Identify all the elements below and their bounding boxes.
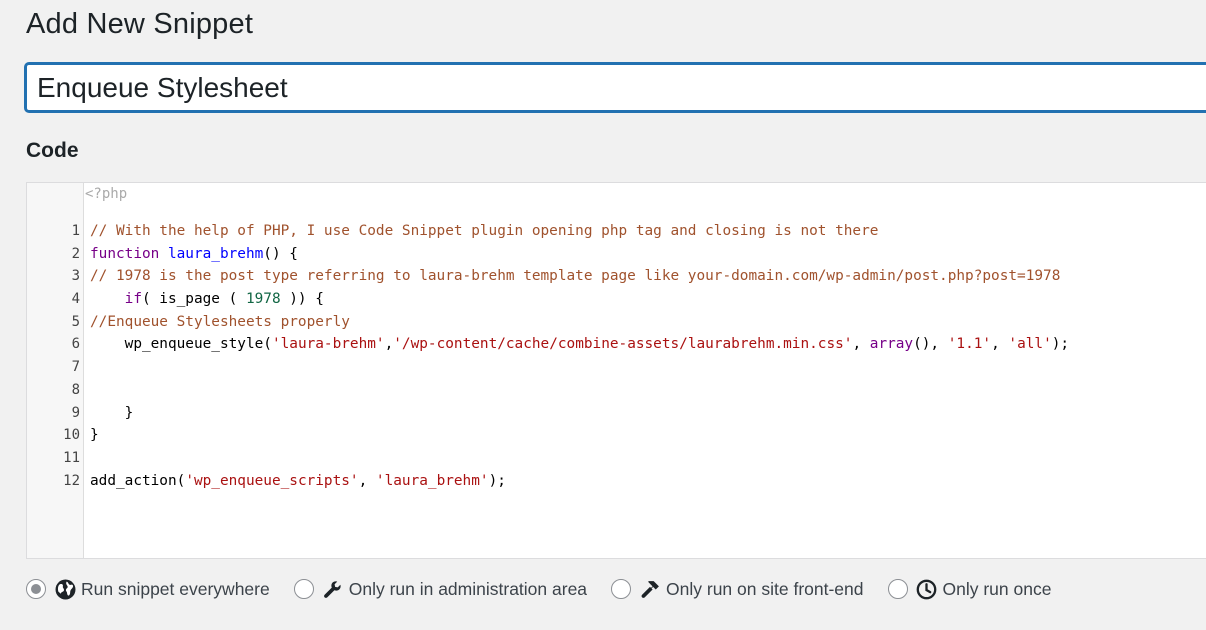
code-line: 5 //Enqueue Stylesheets properly bbox=[27, 311, 1206, 334]
run-everywhere-option[interactable]: Run snippet everywhere bbox=[26, 578, 270, 600]
line-number: 9 bbox=[71, 404, 80, 421]
line-number: 8 bbox=[71, 381, 80, 398]
globe-icon bbox=[54, 578, 76, 600]
code-line: 12 add_action('wp_enqueue_scripts', 'laur… bbox=[27, 470, 1206, 493]
run-everywhere-radio[interactable] bbox=[26, 579, 46, 599]
hammer-icon bbox=[639, 578, 661, 600]
line-number: 10 bbox=[63, 427, 80, 444]
code-section-label: Code bbox=[26, 139, 79, 162]
line-number: 12 bbox=[63, 472, 80, 489]
code-line: 8 bbox=[27, 379, 1206, 402]
line-number: 1 bbox=[71, 223, 80, 239]
code-line: 10} bbox=[27, 424, 1206, 447]
admin-only-radio[interactable] bbox=[293, 579, 314, 599]
line-number: 5 bbox=[71, 313, 80, 330]
line-number: 4 bbox=[71, 291, 80, 308]
run-once-radio[interactable] bbox=[887, 579, 908, 599]
code-lines: 1 // With the help of PHP, I use Code Sni… bbox=[27, 220, 1206, 492]
page-title: Add New Snippet bbox=[26, 8, 254, 40]
admin-only-option[interactable]: Only run in administration area bbox=[293, 578, 588, 600]
line-number: 7 bbox=[71, 359, 80, 376]
code-line: 3 // 1978 is the post type referring to l… bbox=[27, 265, 1206, 288]
front-end-only-option[interactable]: Only run on site front-end bbox=[611, 578, 864, 600]
snippet-title-input[interactable] bbox=[25, 63, 1206, 112]
run-once-label: Only run once bbox=[942, 578, 1052, 599]
run-scope-options: Run snippet everywhere Only run in admin… bbox=[26, 578, 1075, 600]
line-number: 2 bbox=[71, 245, 80, 262]
code-line: 11 bbox=[27, 447, 1206, 470]
run-once-option[interactable]: Only run once bbox=[887, 578, 1052, 600]
code-line: 4 if( is_page ( 1978 )) { bbox=[27, 288, 1206, 311]
code-line: 1 // With the help of PHP, I use Code Sni… bbox=[27, 220, 1206, 243]
code-line: 9 } bbox=[27, 402, 1206, 425]
code-line: 6 wp_enqueue_style('laura-brehm','/wp-co… bbox=[27, 333, 1206, 356]
line-text: // With the help of PHP, I use Code Snip… bbox=[90, 223, 879, 239]
line-text: if( is_page ( 1978 )) { bbox=[124, 291, 324, 308]
code-editor[interactable]: <?php 1 // With the help of PHP, I use Co… bbox=[26, 182, 1206, 559]
line-text: //Enqueue Stylesheets properly bbox=[90, 313, 350, 330]
line-number: 3 bbox=[71, 268, 80, 285]
front-end-only-radio[interactable] bbox=[611, 579, 632, 599]
line-text: wp_enqueue_style('laura-brehm','/wp-cont… bbox=[90, 336, 1070, 353]
php-open-tag: <?php bbox=[85, 186, 128, 202]
line-text: } bbox=[90, 404, 134, 421]
code-line: 2 function laura_brehm() { bbox=[27, 243, 1206, 266]
clock-icon bbox=[916, 578, 938, 600]
line-number: 6 bbox=[71, 336, 80, 353]
code-line: 7 bbox=[27, 356, 1206, 379]
line-number: 11 bbox=[63, 449, 80, 466]
line-text: function laura_brehm() { bbox=[90, 245, 298, 262]
line-text: } bbox=[90, 427, 99, 444]
line-text: // 1978 is the post type referring to la… bbox=[90, 268, 1061, 285]
line-text: add_action('wp_enqueue_scripts', 'laura_… bbox=[90, 472, 506, 489]
admin-only-label: Only run in administration area bbox=[348, 578, 588, 599]
run-everywhere-label: Run snippet everywhere bbox=[81, 578, 270, 599]
front-end-only-label: Only run on site front-end bbox=[666, 578, 864, 599]
wrench-icon bbox=[322, 578, 344, 600]
